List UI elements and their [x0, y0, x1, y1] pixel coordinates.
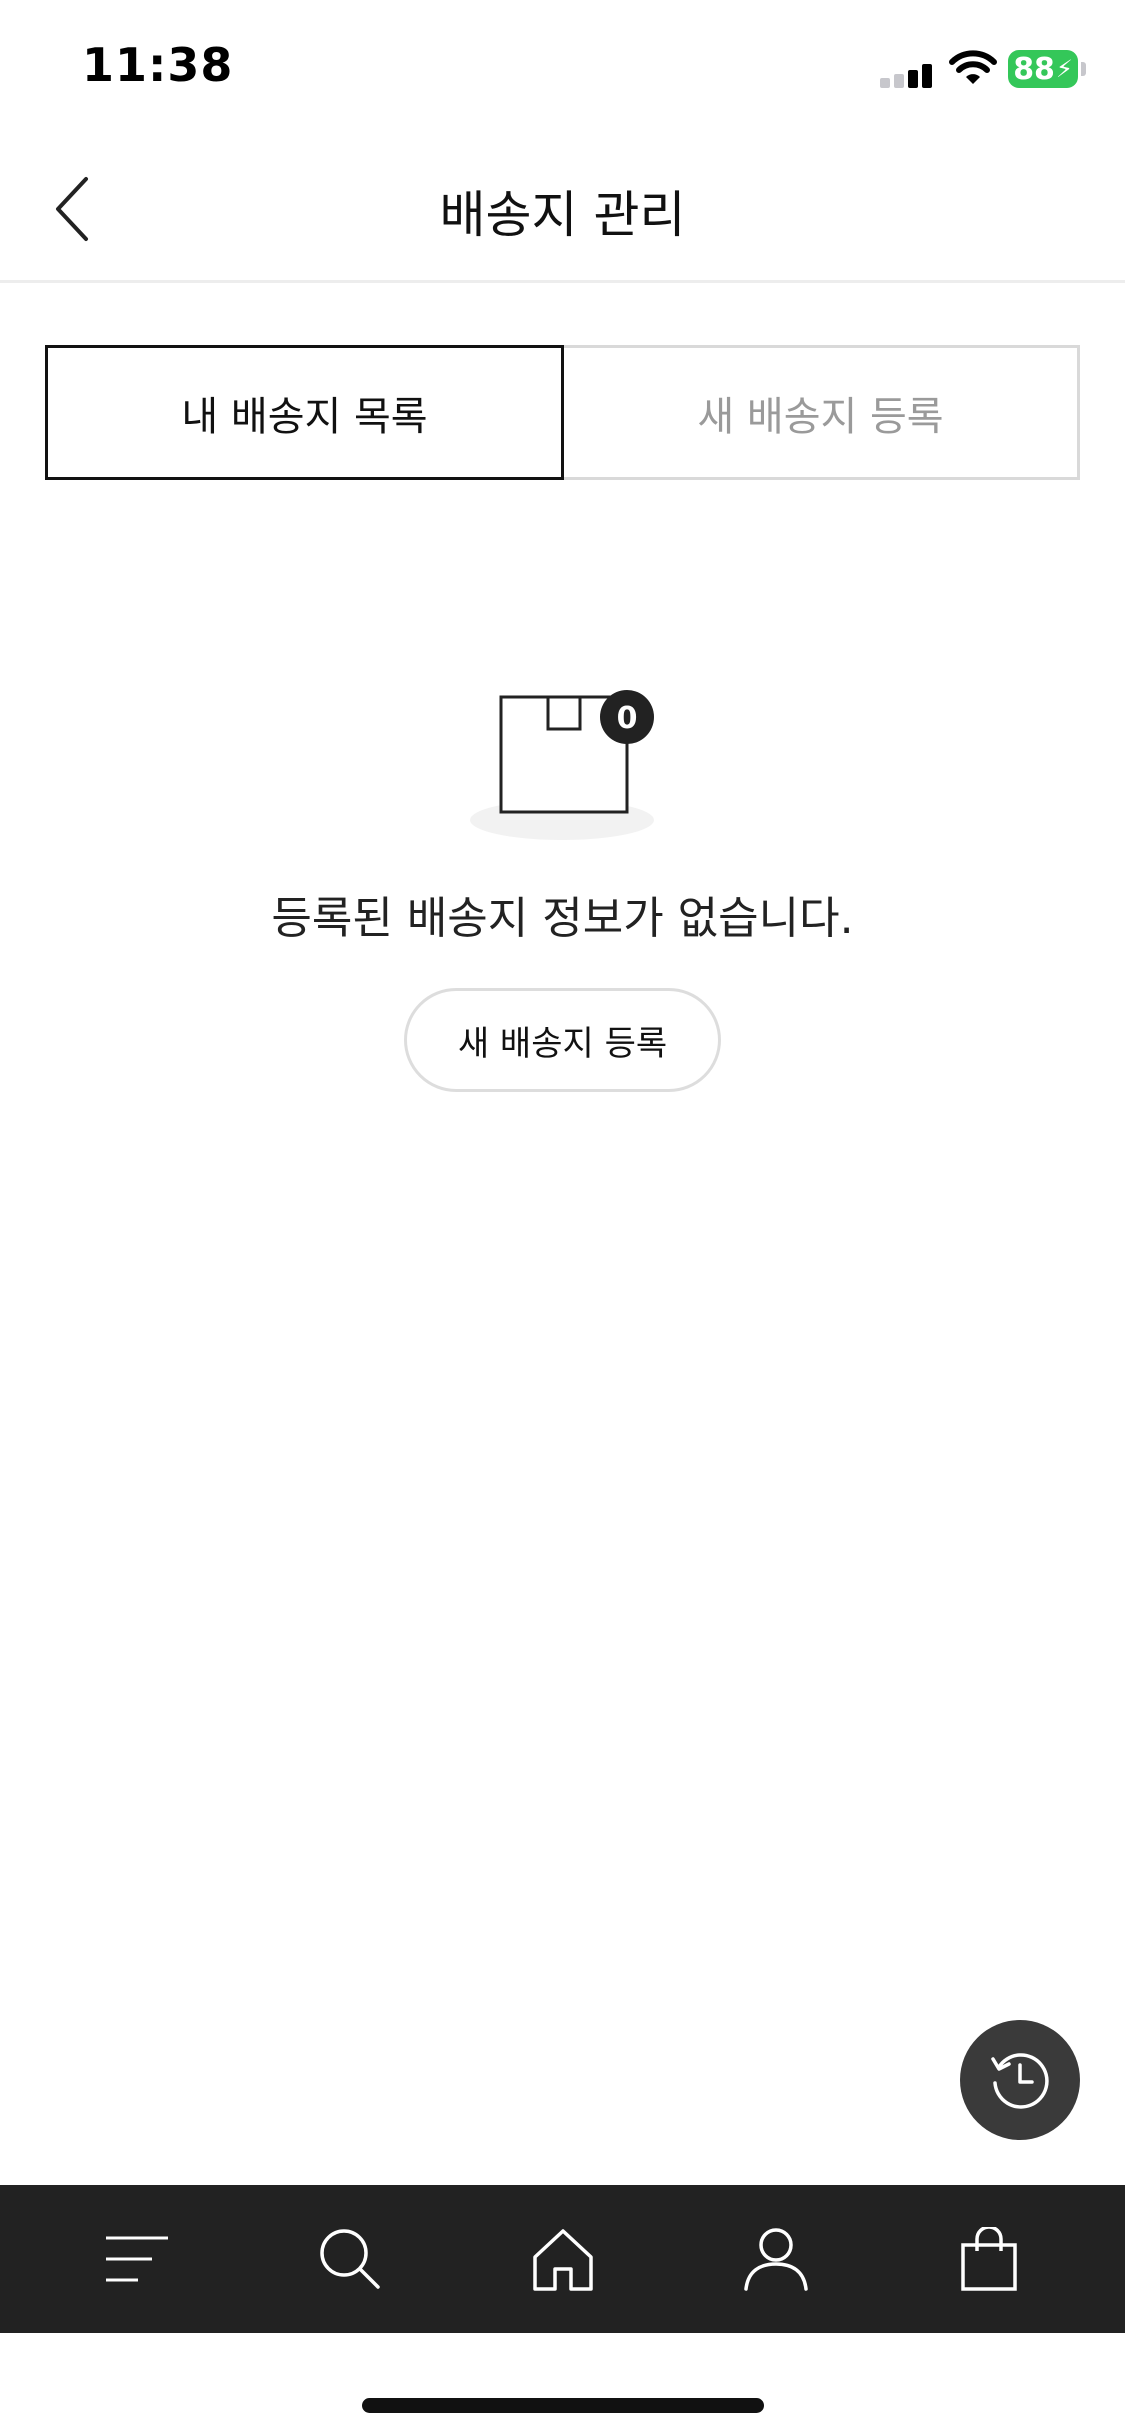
nav-menu[interactable]: [92, 2214, 182, 2304]
history-button[interactable]: [960, 2020, 1080, 2140]
search-icon: [319, 2229, 380, 2289]
status-time: 11:38: [82, 38, 234, 92]
home-indicator: [362, 2398, 764, 2413]
empty-badge-count: 0: [617, 701, 638, 736]
signal-icon: [880, 64, 932, 88]
user-icon: [743, 2228, 808, 2291]
history-icon: [991, 2053, 1049, 2109]
register-address-button[interactable]: 새 배송지 등록: [404, 988, 721, 1092]
nav-search[interactable]: [305, 2214, 395, 2304]
nav-my-page[interactable]: [731, 2214, 821, 2304]
tab-new-address[interactable]: 새 배송지 등록: [564, 345, 1080, 480]
menu-icon: [105, 2236, 168, 2282]
shopping-bag-icon: [960, 2227, 1017, 2291]
home-icon: [532, 2229, 593, 2291]
page-title: 배송지 관리: [439, 186, 686, 244]
charging-bolt-icon: ⚡: [1055, 55, 1073, 83]
nav-cart[interactable]: [944, 2214, 1034, 2304]
battery-charging-icon: 88 ⚡: [1008, 50, 1078, 88]
battery-level: 88: [1013, 51, 1055, 87]
header: 배송지 관리: [0, 135, 1125, 283]
address-tabs: 내 배송지 목록 새 배송지 등록: [45, 345, 1080, 480]
tab-my-addresses[interactable]: 내 배송지 목록: [45, 345, 564, 480]
status-bar: 11:38 88 ⚡: [0, 0, 1125, 135]
battery-cap: [1081, 62, 1086, 76]
empty-message: 등록된 배송지 정보가 없습니다.: [271, 893, 854, 944]
wifi-icon: [949, 50, 997, 84]
nav-home[interactable]: [518, 2214, 608, 2304]
empty-box-icon: 0: [470, 690, 654, 840]
address-management-screen: 11:38 88 ⚡ 배송지 관리 내 배송지 목록 새 배송지 등록 0 등록…: [0, 0, 1125, 2436]
bottom-nav: [0, 2185, 1125, 2333]
